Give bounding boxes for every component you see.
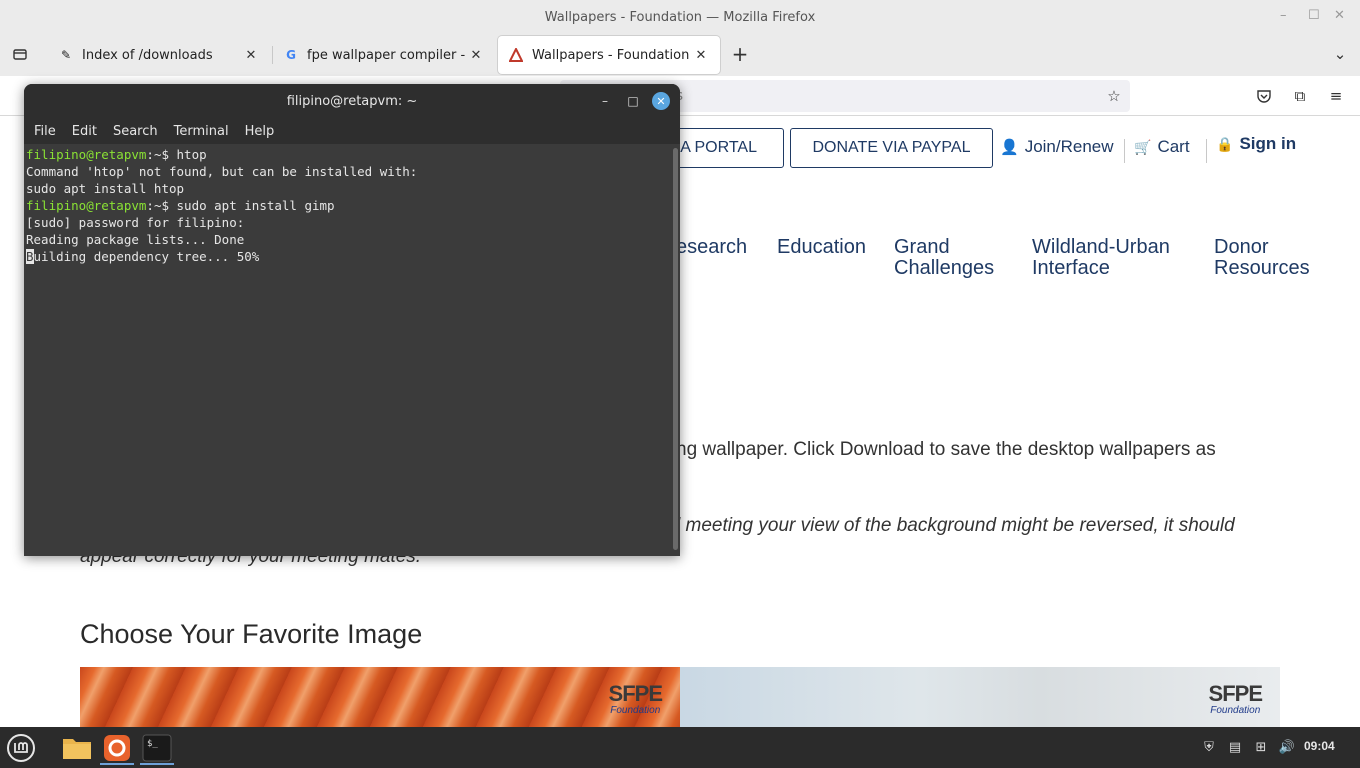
menu-terminal[interactable]: Help: [245, 124, 275, 139]
puzzle-icon: ✎: [60, 48, 72, 62]
terminal-line: Command 'htop' not found, but can be ins…: [26, 164, 418, 179]
wallpaper-thumbnail[interactable]: SFPE Foundation: [80, 667, 680, 727]
nav-education[interactable]: Education: [777, 237, 866, 258]
tab-wallpapers[interactable]: Wallpapers - Foundation ✕: [498, 36, 720, 74]
google-icon: G: [286, 48, 296, 62]
tab-close-icon[interactable]: ✕: [242, 48, 260, 63]
sfpe-favicon-icon: [508, 47, 524, 63]
join-renew-link[interactable]: 👤 Join/Renew: [1000, 137, 1114, 157]
close-icon[interactable]: ✕: [652, 92, 670, 110]
sfpe-logo: SFPE Foundation: [608, 681, 663, 717]
window-title: Wallpapers - Foundation — Mozilla Firefo…: [544, 9, 816, 25]
pocket-icon[interactable]: [1254, 86, 1274, 106]
divider: [1124, 139, 1125, 163]
active-indicator: [100, 763, 134, 765]
clock[interactable]: 09:04: [1304, 739, 1335, 753]
terminal-line: Reading package lists... Done: [26, 232, 245, 247]
wallpaper-thumbnail[interactable]: SFPE Foundation: [680, 667, 1280, 727]
nav-wildland-urban-interface[interactable]: Wildland-Urban Interface: [1032, 237, 1170, 279]
terminal-cursor: B: [26, 249, 34, 264]
cart-icon: 🛒: [1134, 138, 1152, 155]
close-icon[interactable]: ✕: [1334, 8, 1345, 23]
minimize-icon[interactable]: –: [596, 92, 614, 110]
network-icon[interactable]: ⊞: [1252, 737, 1270, 757]
tab-list-icon[interactable]: [10, 44, 30, 64]
tab-downloads[interactable]: ✎ Index of /downloads ✕: [48, 36, 270, 74]
terminal-titlebar[interactable]: filipino@retapvm: ~ – □ ✕: [24, 84, 680, 118]
terminal-line: sudo apt install htop: [26, 181, 185, 196]
active-indicator: [140, 763, 174, 765]
folder-icon[interactable]: [60, 731, 94, 765]
intro-text: ng wallpaper. Click Download to save the…: [676, 439, 1216, 460]
nav-grand-challenges[interactable]: Grand Challenges: [894, 237, 994, 279]
cart-link[interactable]: 🛒 Cart: [1134, 137, 1190, 157]
menu-icon[interactable]: ≡: [1326, 86, 1346, 106]
terminal-line: [sudo] password for filipino:: [26, 215, 245, 230]
terminal-icon[interactable]: $_: [140, 731, 174, 765]
terminal-line: filipino@retapvm:~$ sudo apt install gim…: [26, 198, 335, 213]
new-tab-icon[interactable]: +: [730, 42, 750, 66]
sign-in-link[interactable]: 🔒 Sign in: [1216, 134, 1296, 154]
nav-research[interactable]: esearch: [676, 237, 747, 258]
tab-google-search[interactable]: G fpe wallpaper compiler - Go ✕: [273, 36, 495, 74]
menu-search[interactable]: Terminal: [174, 124, 229, 139]
donate-paypal-button[interactable]: DONATE VIA PAYPAL: [790, 128, 993, 168]
user-plus-icon: 👤: [1000, 139, 1019, 156]
clipboard-icon[interactable]: ▤: [1226, 737, 1244, 757]
volume-icon[interactable]: 🔊: [1278, 737, 1296, 757]
bookmark-star-icon[interactable]: ☆: [1104, 86, 1124, 106]
terminal-window[interactable]: filipino@retapvm: ~ – □ ✕ File Edit Sear…: [24, 84, 680, 556]
menu-view[interactable]: Search: [113, 124, 158, 139]
lock-icon: 🔒: [1216, 135, 1234, 152]
browser-titlebar: Wallpapers - Foundation — Mozilla Firefo…: [0, 0, 1360, 34]
svg-text:$_: $_: [147, 739, 158, 749]
terminal-output[interactable]: filipino@retapvm:~$ htop Command 'htop' n…: [24, 144, 670, 556]
nav-donor-resources[interactable]: Donor Resources: [1214, 237, 1310, 279]
section-heading: Choose Your Favorite Image: [80, 619, 423, 649]
chevron-down-icon[interactable]: ⌄: [1330, 44, 1350, 64]
mint-menu-icon[interactable]: [4, 731, 38, 765]
terminal-menubar: File Edit Search Terminal Help: [24, 118, 680, 144]
maximize-icon[interactable]: ☐: [1308, 8, 1320, 23]
sfpe-logo: SFPE Foundation: [1208, 681, 1263, 717]
terminal-line: Building dependency tree... 50%: [26, 249, 260, 264]
terminal-scrollbar[interactable]: [673, 148, 678, 550]
shield-icon[interactable]: ⛨: [1200, 737, 1218, 757]
minimize-icon[interactable]: –: [1280, 8, 1287, 23]
terminal-line: filipino@retapvm:~$ htop: [26, 147, 207, 162]
terminal-title: filipino@retapvm: ~: [286, 93, 418, 109]
note-text-line1: l meeting your view of the background mi…: [676, 515, 1235, 536]
maximize-icon[interactable]: □: [624, 92, 642, 110]
tab-strip: ✎ Index of /downloads ✕ G fpe wallpaper …: [0, 34, 1360, 76]
divider: [1206, 139, 1207, 163]
extensions-icon[interactable]: ⧉: [1290, 86, 1310, 106]
menu-file[interactable]: File: [34, 124, 56, 139]
menu-edit[interactable]: Edit: [72, 124, 97, 139]
firefox-icon[interactable]: [100, 731, 134, 765]
taskbar: $_ ⛨ ▤ ⊞ 🔊 09:04: [0, 727, 1360, 768]
tab-close-icon[interactable]: ✕: [692, 48, 710, 63]
tab-close-icon[interactable]: ✕: [467, 48, 485, 63]
